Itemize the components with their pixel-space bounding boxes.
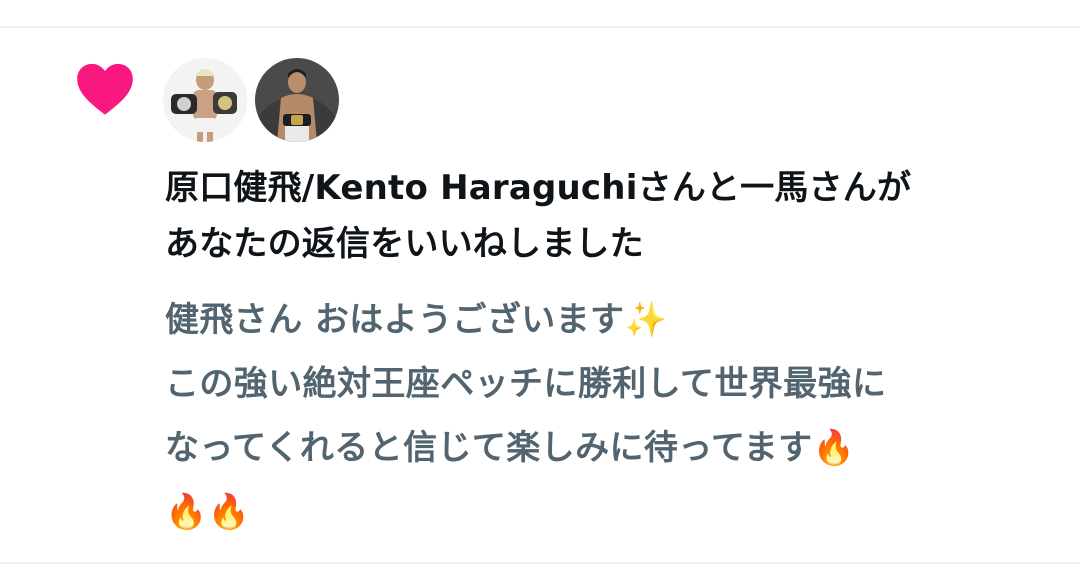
fire-emoji: 🔥	[207, 492, 251, 532]
liker-avatars	[163, 58, 339, 142]
headline-line-2: あなたの返信をいいねしました	[165, 224, 644, 264]
heart-icon	[77, 63, 133, 115]
avatar-kento-haraguchi[interactable]	[163, 58, 247, 142]
reply-line-2: この強い絶対王座ペッチに勝利して世界最強に	[165, 364, 887, 404]
like-notification[interactable]: 原口健飛/Kento Haraguchiさんと一馬さんが あなたの返信をいいねし…	[0, 28, 1080, 562]
headline-line-1: 原口健飛/Kento Haraguchiさんと一馬さんが	[165, 168, 912, 208]
notification-headline: 原口健飛/Kento Haraguchiさんと一馬さんが あなたの返信をいいねし…	[165, 160, 1045, 272]
fire-emoji: 🔥	[812, 428, 856, 468]
reply-line-1: 健飛さん おはようございます✨	[165, 300, 668, 340]
reply-line-3: なってくれると信じて楽しみに待ってます🔥	[165, 428, 856, 468]
bottom-divider	[0, 562, 1080, 564]
liked-reply-text[interactable]: 健飛さん おはようございます✨ この強い絶対王座ペッチに勝利して世界最強に なっ…	[165, 288, 1065, 544]
sparkles-emoji: ✨	[624, 300, 668, 340]
fire-emoji: 🔥	[165, 492, 208, 532]
reply-line-4: 🔥🔥	[165, 480, 1065, 544]
avatar-kazuma[interactable]	[255, 58, 339, 142]
